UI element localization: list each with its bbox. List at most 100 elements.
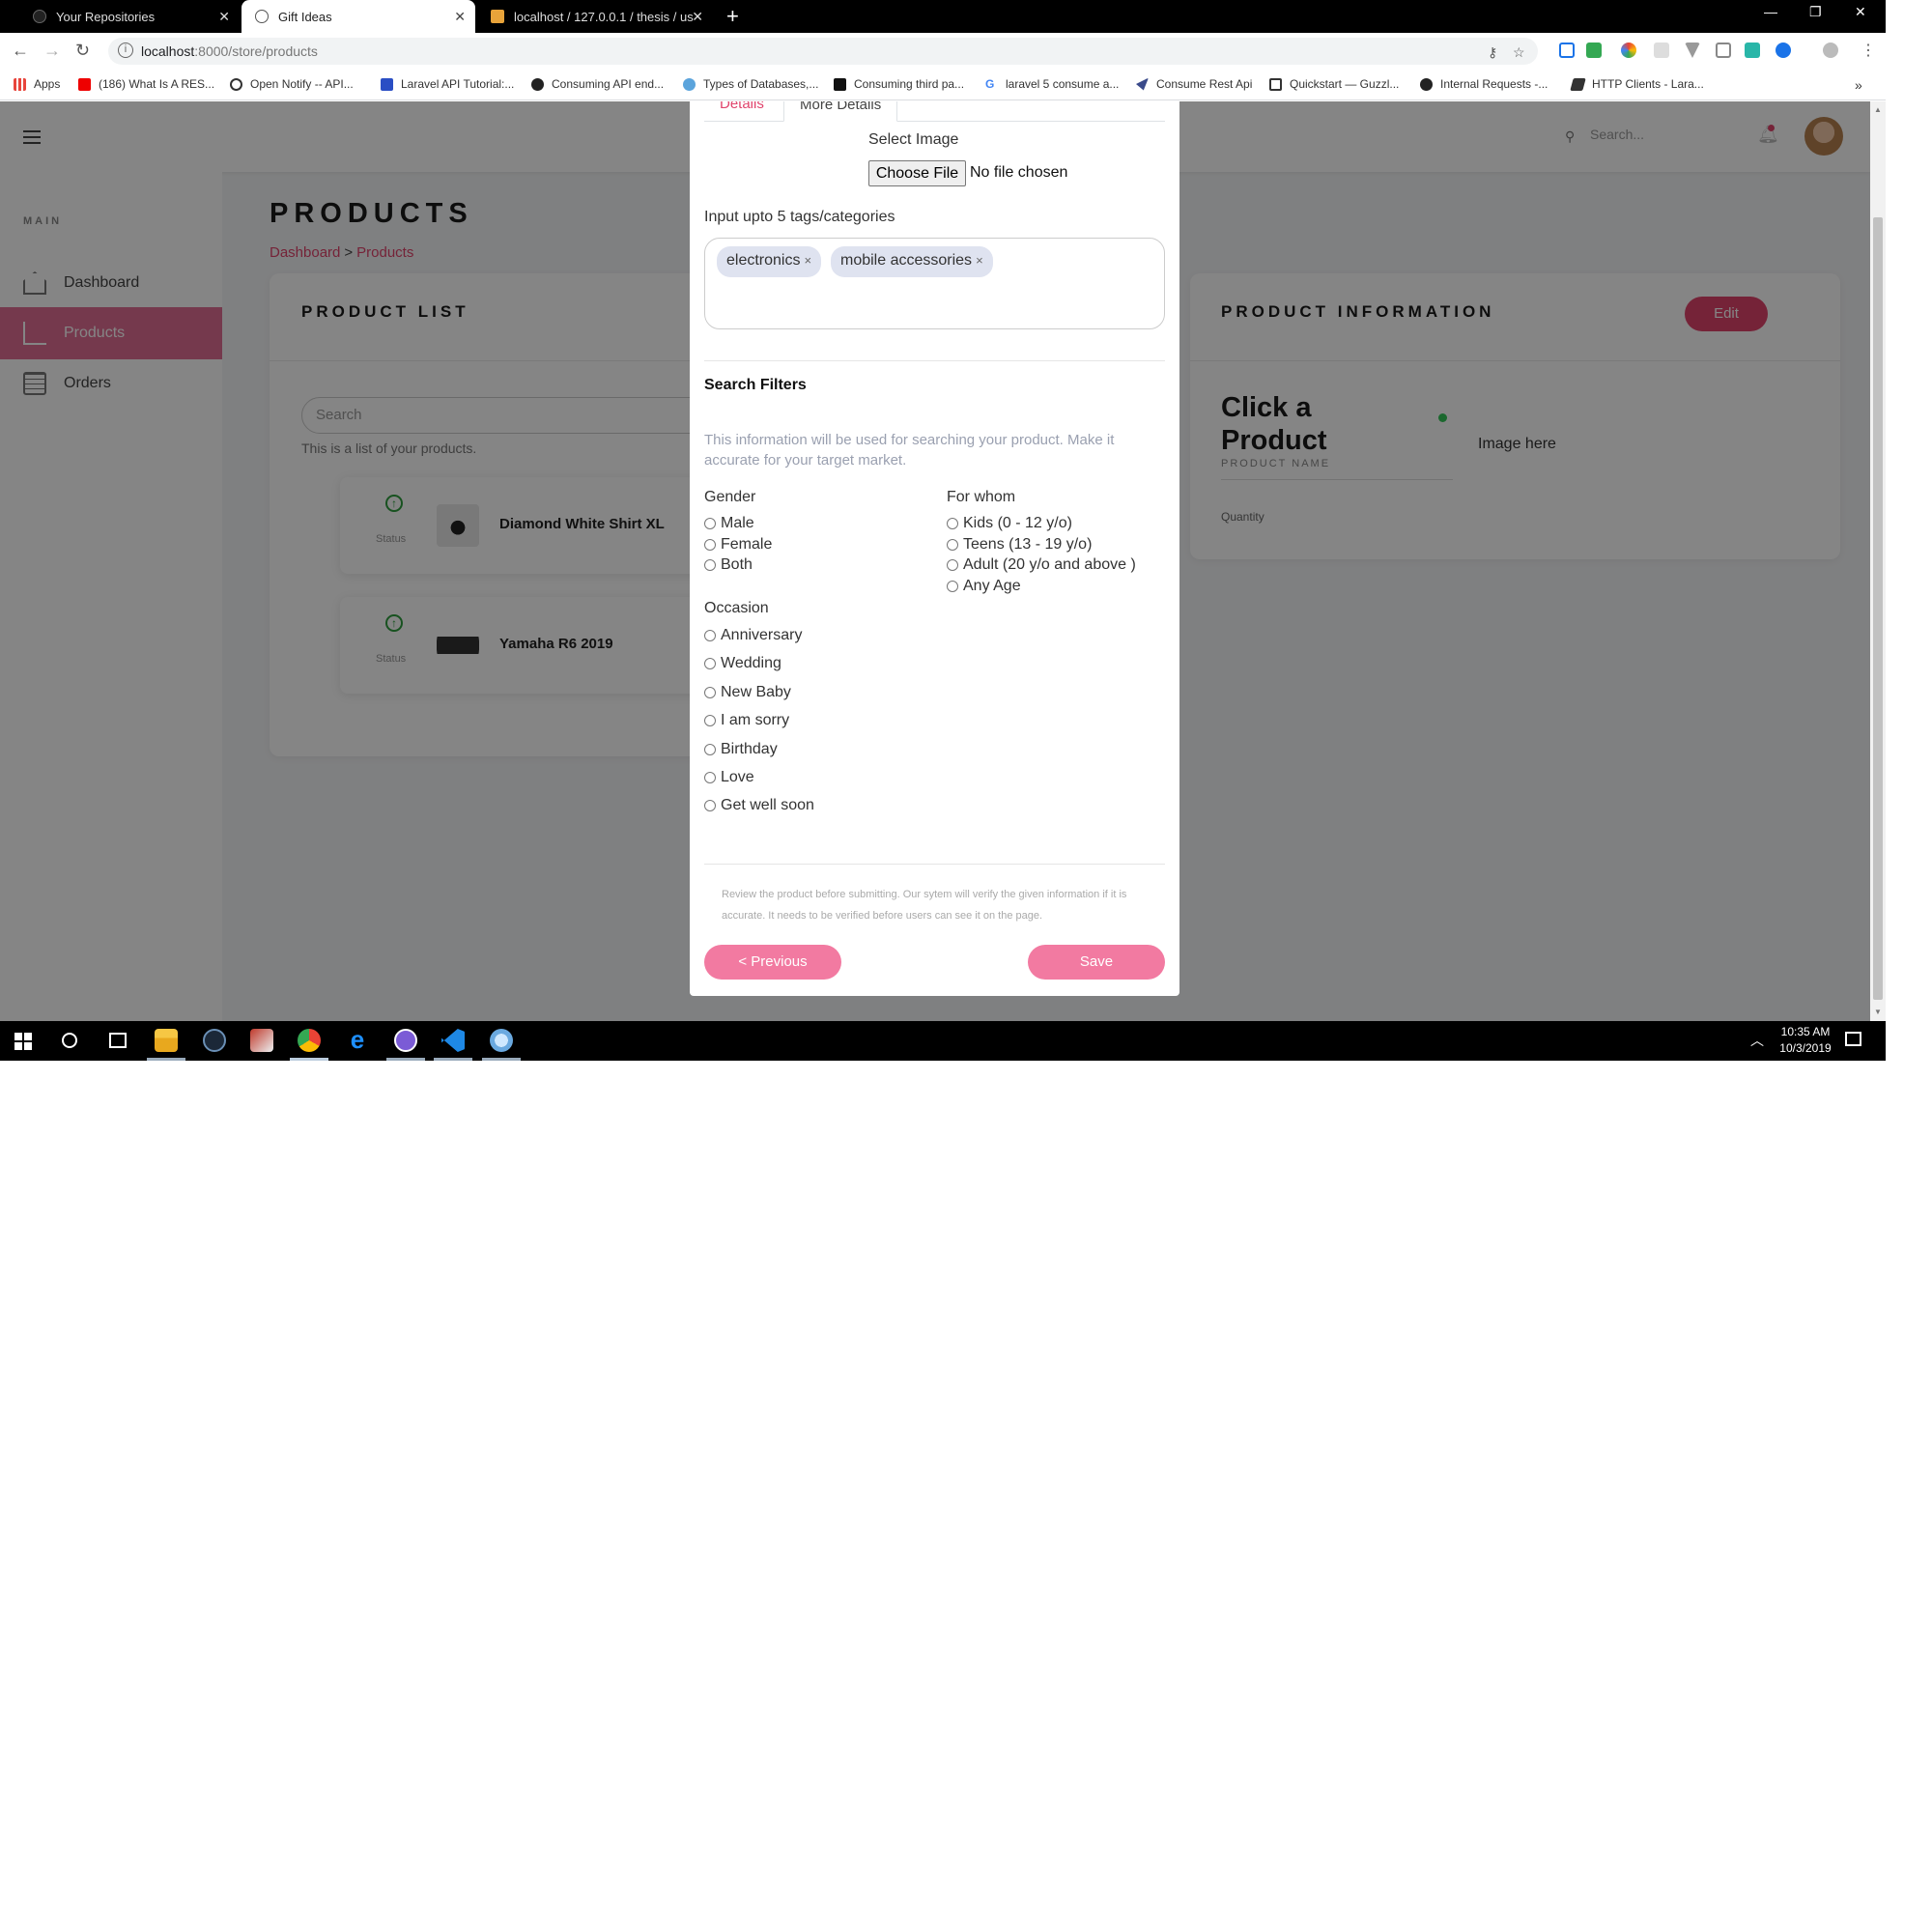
window-close-icon[interactable]: ✕ (1855, 4, 1866, 20)
for-whom-option-kids[interactable]: Kids (0 - 12 y/o) (947, 515, 1072, 532)
radio-button[interactable] (947, 559, 958, 571)
previous-button[interactable]: < Previous (704, 945, 841, 980)
google-icon: G (985, 76, 995, 91)
chevron-up-icon[interactable]: ︿ (1750, 1031, 1764, 1050)
bookmark-item[interactable]: Glaravel 5 consume a... (985, 77, 1119, 91)
download-icon[interactable] (1776, 43, 1791, 58)
reload-icon[interactable]: ↻ (75, 41, 90, 61)
forward-icon[interactable]: → (43, 41, 61, 61)
occasion-option-love[interactable]: Love (704, 769, 754, 786)
info-icon[interactable]: i (118, 43, 133, 58)
radio-button[interactable] (704, 539, 716, 551)
radio-button[interactable] (947, 539, 958, 551)
game-icon[interactable] (250, 1029, 273, 1052)
gender-option-both[interactable]: Both (704, 556, 753, 574)
occasion-option-sorry[interactable]: I am sorry (704, 712, 789, 729)
tab-more-details[interactable]: More Details (783, 101, 898, 122)
bookmark-item[interactable]: Consuming API end... (531, 77, 664, 91)
game-launcher-icon[interactable] (394, 1029, 417, 1052)
profile-icon[interactable] (1823, 43, 1838, 58)
extension-checklist-icon[interactable] (1559, 43, 1575, 58)
radio-button[interactable] (704, 559, 716, 571)
save-button[interactable]: Save (1028, 945, 1165, 980)
scrollbar-thumb[interactable] (1873, 217, 1883, 1000)
bookmark-item[interactable]: (186) What Is A RES... (78, 77, 214, 91)
tag-label: mobile accessories (840, 252, 973, 269)
color-picker-icon[interactable] (1621, 43, 1636, 58)
action-center-icon[interactable] (1845, 1032, 1861, 1046)
radio-button[interactable] (704, 687, 716, 698)
snipping-tool-icon[interactable] (490, 1029, 513, 1052)
occasion-option-new-baby[interactable]: New Baby (704, 684, 791, 701)
back-icon[interactable]: ← (12, 41, 29, 61)
scroll-down-icon[interactable]: ▼ (1874, 1008, 1882, 1016)
scroll-up-icon[interactable]: ▲ (1874, 105, 1882, 114)
extension-icon[interactable] (1586, 43, 1602, 58)
task-view-icon[interactable] (109, 1033, 127, 1048)
clock-time[interactable]: 10:35 AM (1774, 1025, 1837, 1038)
gender-option-male[interactable]: Male (704, 515, 754, 532)
tag-label: electronics (726, 252, 801, 269)
radio-button[interactable] (704, 658, 716, 669)
cortana-icon[interactable] (62, 1033, 77, 1048)
restore-icon[interactable]: ❐ (1809, 4, 1822, 20)
radio-button[interactable] (704, 800, 716, 811)
choose-file-button[interactable]: Choose File (868, 160, 966, 186)
radio-button[interactable] (704, 715, 716, 726)
clock-date[interactable]: 10/3/2019 (1774, 1041, 1837, 1055)
occasion-option-anniversary[interactable]: Anniversary (704, 627, 802, 644)
page-scrollbar[interactable]: ▲ ▼ (1870, 101, 1886, 1021)
remove-tag-icon[interactable]: × (976, 253, 983, 268)
browser-tab-phpmyadmin[interactable]: localhost / 127.0.0.1 / thesis / us ✕ (477, 0, 713, 33)
radio-button[interactable] (704, 772, 716, 783)
vscode-icon[interactable] (441, 1029, 465, 1052)
bookmark-label: Quickstart — Guzzl... (1290, 77, 1400, 91)
star-icon[interactable]: ☆ (1513, 44, 1525, 61)
bookmark-item[interactable]: Laravel API Tutorial:... (381, 77, 514, 91)
bookmark-item[interactable]: Quickstart — Guzzl... (1269, 77, 1399, 91)
radio-button[interactable] (704, 630, 716, 641)
for-whom-option-any-age[interactable]: Any Age (947, 578, 1021, 595)
more-bookmarks-button[interactable]: » (1855, 77, 1862, 93)
bookmark-item[interactable]: Internal Requests -... (1420, 77, 1548, 91)
chrome-icon[interactable] (298, 1029, 321, 1052)
remove-tag-icon[interactable]: × (804, 253, 811, 268)
edge-icon[interactable]: e (346, 1027, 369, 1052)
steam-icon[interactable] (203, 1029, 226, 1052)
bookmark-item[interactable]: Consume Rest Api (1136, 77, 1252, 91)
radio-button[interactable] (947, 581, 958, 592)
radio-button[interactable] (704, 744, 716, 755)
extension-teal-icon[interactable] (1745, 43, 1760, 58)
browser-tab-gift-ideas[interactable]: Gift Ideas ✕ (242, 0, 475, 33)
new-tab-button[interactable]: + (726, 4, 739, 29)
database-site-icon (683, 77, 696, 91)
tab-details[interactable]: Details (704, 101, 780, 122)
radio-button[interactable] (704, 518, 716, 529)
close-icon[interactable]: ✕ (218, 9, 230, 25)
occasion-option-get-well-soon[interactable]: Get well soon (704, 797, 814, 814)
menu-icon[interactable]: ⋮ (1861, 41, 1876, 60)
minimize-icon[interactable]: — (1764, 4, 1777, 19)
for-whom-option-adult[interactable]: Adult (20 y/o and above ) (947, 556, 1136, 574)
close-icon[interactable]: ✕ (454, 9, 466, 25)
browser-tab-repositories[interactable]: Your Repositories ✕ (19, 0, 240, 33)
address-bar[interactable]: i localhost:8000/store/products ⚷ ☆ (108, 38, 1538, 65)
key-icon[interactable]: ⚷ (1488, 44, 1497, 61)
bookmark-item[interactable]: Consuming third pa... (834, 77, 964, 91)
close-icon[interactable]: ✕ (692, 9, 703, 25)
bookmark-item[interactable]: Types of Databases,... (683, 77, 818, 91)
for-whom-option-teens[interactable]: Teens (13 - 19 y/o) (947, 536, 1092, 554)
radio-button[interactable] (947, 518, 958, 529)
bookmark-item[interactable]: HTTP Clients - Lara... (1570, 77, 1704, 91)
tags-input[interactable]: electronics × mobile accessories × (704, 238, 1165, 329)
vue-devtools-icon[interactable] (1685, 43, 1700, 58)
extension-blank-icon[interactable] (1654, 43, 1669, 58)
occasion-option-wedding[interactable]: Wedding (704, 655, 781, 672)
bookmark-item[interactable]: Open Notify -- API... (230, 77, 354, 91)
file-explorer-icon[interactable] (155, 1029, 178, 1052)
windows-start-icon[interactable] (14, 1033, 32, 1050)
occasion-option-birthday[interactable]: Birthday (704, 741, 778, 758)
extension-box-icon[interactable] (1716, 43, 1731, 58)
gender-option-female[interactable]: Female (704, 536, 772, 554)
bookmark-apps[interactable]: Apps (14, 77, 60, 91)
